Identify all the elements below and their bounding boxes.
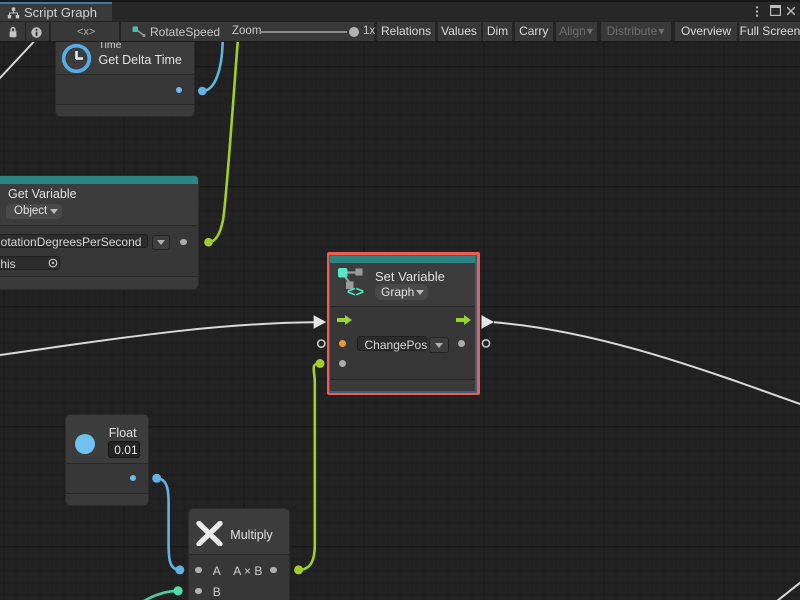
svg-text:<>: <> — [347, 284, 364, 300]
